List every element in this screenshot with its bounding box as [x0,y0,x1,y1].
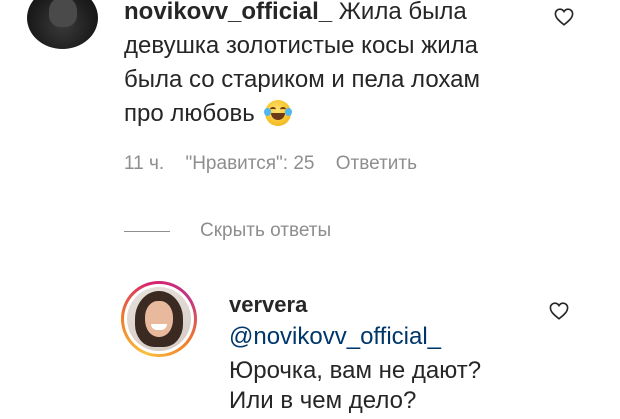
avatar-face [49,0,77,27]
reply-button[interactable]: Ответить [336,153,417,174]
hide-replies-toggle[interactable]: Скрыть ответы [124,220,331,242]
comment-likes-count[interactable]: "Нравится": 25 [185,153,314,174]
avatar-ring-gap [124,284,194,354]
parent-comment-line-1: Жила была [338,0,467,25]
reply-username[interactable]: ververa [229,290,529,320]
parent-username[interactable]: novikovv_official_ [124,0,332,25]
heart-outline-icon[interactable] [549,302,569,320]
parent-avatar[interactable] [27,0,98,49]
laughing-tears-emoji-icon [264,100,293,126]
comment-time: 11 ч. [124,153,165,174]
comments-panel: novikovv_official_ Жила была девушка зол… [0,0,620,419]
parent-comment-meta: 11 ч. "Нравится": 25 Ответить [124,153,433,175]
hide-replies-label: Скрыть ответы [200,220,332,241]
parent-comment-line-2: девушка золотистые косы жила [124,32,479,59]
parent-comment-line-4: про любовь [124,100,255,127]
reply-text-line-2: Или в чем дело? [229,387,417,414]
reply-comment: ververa @novikovv_official_ Юрочка, вам … [229,290,529,416]
reply-avatar[interactable] [121,281,197,357]
parent-comment: novikovv_official_ Жила была девушка зол… [124,0,524,131]
divider-line [124,230,170,232]
heart-outline-icon[interactable] [554,8,574,26]
avatar-photo [127,287,191,351]
reply-text-line-1: Юрочка, вам не дают? [229,357,482,384]
reply-mention-link[interactable]: @novikovv_official_ [229,322,529,352]
parent-comment-line-3: была со стариком и пела лохам [124,66,480,93]
